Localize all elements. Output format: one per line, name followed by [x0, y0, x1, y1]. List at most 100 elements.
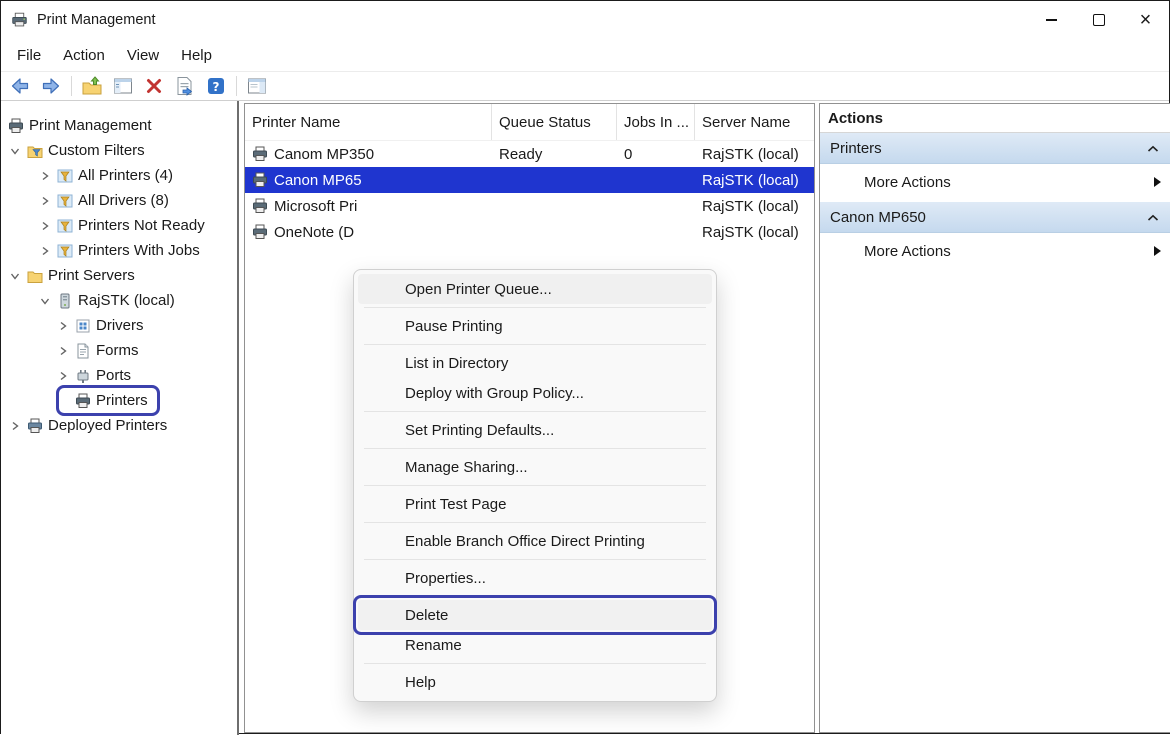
printer-row-canon-mp650[interactable]: Canon MP65 RajSTK (local)	[245, 167, 814, 193]
ports-icon	[74, 368, 91, 384]
column-header-jobs-in[interactable]: Jobs In ...	[617, 104, 695, 140]
actions-section-canon-mp650[interactable]: Canon MP650	[820, 202, 1170, 233]
menu-item-pause-printing[interactable]: Pause Printing	[358, 311, 712, 341]
tree-item-print-servers[interactable]: Print Servers	[1, 263, 237, 288]
actions-section-label: Canon MP650	[830, 209, 926, 226]
server-name: RajSTK (local)	[695, 219, 814, 245]
chevron-down-icon[interactable]	[9, 270, 21, 282]
printer-icon	[252, 198, 268, 214]
chevron-right-icon[interactable]	[39, 195, 51, 207]
menu-item-properties[interactable]: Properties...	[358, 563, 712, 593]
show-hide-console-tree-button[interactable]	[109, 73, 137, 99]
filter-icon	[56, 168, 73, 184]
forward-button[interactable]	[37, 73, 65, 99]
queue-status	[492, 219, 617, 245]
chevron-right-icon[interactable]	[57, 370, 69, 382]
column-header-server-name[interactable]: Server Name	[695, 104, 814, 140]
menu-item-delete[interactable]: Delete	[358, 600, 712, 630]
menu-item-list-in-directory[interactable]: List in Directory	[358, 348, 712, 378]
filter-icon	[56, 243, 73, 259]
chevron-down-icon[interactable]	[39, 295, 51, 307]
tree-item-drivers[interactable]: Drivers	[1, 313, 237, 338]
show-hide-action-pane-button[interactable]	[243, 73, 271, 99]
tree-item-printers-with-jobs[interactable]: Printers With Jobs	[1, 238, 237, 263]
filter-icon	[56, 193, 73, 209]
minimize-button[interactable]	[1028, 1, 1075, 39]
column-header-printer-name[interactable]: Printer Name	[245, 104, 492, 140]
chevron-right-icon[interactable]	[39, 170, 51, 182]
window-title: Print Management	[37, 12, 155, 28]
menu-item-print-test-page[interactable]: Print Test Page	[358, 489, 712, 519]
tree-item-custom-filters[interactable]: Custom Filters	[1, 138, 237, 163]
actions-pane-title: Actions	[820, 104, 1170, 133]
window-controls: ×	[1028, 1, 1169, 39]
printer-name: Microsoft Pri	[274, 198, 357, 215]
list-header: Printer Name Queue Status Jobs In ... Se…	[245, 104, 814, 141]
print-management-icon	[7, 118, 24, 134]
tree-item-label: All Printers (4)	[78, 167, 173, 184]
minimize-icon	[1046, 19, 1057, 21]
menu-file[interactable]: File	[6, 43, 52, 68]
menu-separator	[364, 344, 706, 345]
menu-view[interactable]: View	[116, 43, 170, 68]
filter-folder-icon	[26, 143, 43, 159]
chevron-right-icon[interactable]	[39, 245, 51, 257]
submenu-arrow-icon	[1154, 177, 1161, 187]
help-button[interactable]: ?	[202, 73, 230, 99]
menu-item-manage-sharing[interactable]: Manage Sharing...	[358, 452, 712, 482]
back-button[interactable]	[6, 73, 34, 99]
tree-item-forms[interactable]: Forms	[1, 338, 237, 363]
close-button[interactable]: ×	[1122, 1, 1169, 39]
tree-item-ports[interactable]: Ports	[1, 363, 237, 388]
menu-separator	[364, 559, 706, 560]
tree-item-all-printers[interactable]: All Printers (4)	[1, 163, 237, 188]
queue-status: Ready	[492, 141, 617, 167]
menu-item-set-printing-defaults[interactable]: Set Printing Defaults...	[358, 415, 712, 445]
menu-item-help[interactable]: Help	[358, 667, 712, 697]
menu-item-enable-branch-office-direct-printing[interactable]: Enable Branch Office Direct Printing	[358, 526, 712, 556]
chevron-up-icon[interactable]	[1147, 140, 1159, 157]
chevron-right-icon[interactable]	[9, 420, 21, 432]
tree-item-printers[interactable]: Printers	[1, 388, 237, 413]
maximize-button[interactable]	[1075, 1, 1122, 39]
jobs-count	[617, 193, 695, 219]
jobs-count	[617, 219, 695, 245]
menu-action[interactable]: Action	[52, 43, 116, 68]
chevron-up-icon[interactable]	[1147, 209, 1159, 226]
more-actions-canon-mp650[interactable]: More Actions	[820, 235, 1170, 267]
server-name: RajSTK (local)	[695, 167, 814, 193]
up-one-level-button[interactable]	[78, 73, 106, 99]
delete-button[interactable]	[140, 73, 168, 99]
back-icon	[10, 76, 30, 96]
tree-item-deployed-printers[interactable]: Deployed Printers	[1, 413, 237, 438]
menu-help[interactable]: Help	[170, 43, 223, 68]
menu-bar: File Action View Help	[1, 39, 1169, 71]
chevron-right-icon[interactable]	[57, 345, 69, 357]
printer-row-microsoft-print[interactable]: Microsoft Pri RajSTK (local)	[245, 193, 814, 219]
titlebar: Print Management ×	[1, 1, 1169, 39]
action-pane-icon	[247, 76, 267, 96]
actions-pane: Actions Printers More Actions Canon MP65…	[819, 103, 1170, 733]
tree-item-print-management[interactable]: Print Management	[1, 113, 237, 138]
more-actions-printers[interactable]: More Actions	[820, 166, 1170, 198]
actions-section-printers[interactable]: Printers	[820, 133, 1170, 164]
tree-item-all-drivers[interactable]: All Drivers (8)	[1, 188, 237, 213]
console-tree-pane: Print Management Custom Filters All Prin…	[1, 101, 239, 735]
column-header-queue-status[interactable]: Queue Status	[492, 104, 617, 140]
tree-item-rajstk-local[interactable]: RajSTK (local)	[1, 288, 237, 313]
menu-item-rename[interactable]: Rename	[358, 630, 712, 660]
menu-item-deploy-with-group-policy[interactable]: Deploy with Group Policy...	[358, 378, 712, 408]
menu-item-open-printer-queue[interactable]: Open Printer Queue...	[358, 274, 712, 304]
tree-item-label: Printers With Jobs	[78, 242, 200, 259]
chevron-right-icon[interactable]	[39, 220, 51, 232]
printer-row-onenote[interactable]: OneNote (D RajSTK (local)	[245, 219, 814, 245]
close-icon: ×	[1140, 10, 1152, 30]
tree-item-printers-not-ready[interactable]: Printers Not Ready	[1, 213, 237, 238]
export-list-button[interactable]	[171, 73, 199, 99]
filter-icon	[56, 218, 73, 234]
chevron-right-icon[interactable]	[57, 320, 69, 332]
submenu-arrow-icon	[1154, 246, 1161, 256]
printer-row-canom-mp350[interactable]: Canom MP350 Ready 0 RajSTK (local)	[245, 141, 814, 167]
printer-icon	[252, 146, 268, 162]
chevron-down-icon[interactable]	[9, 145, 21, 157]
